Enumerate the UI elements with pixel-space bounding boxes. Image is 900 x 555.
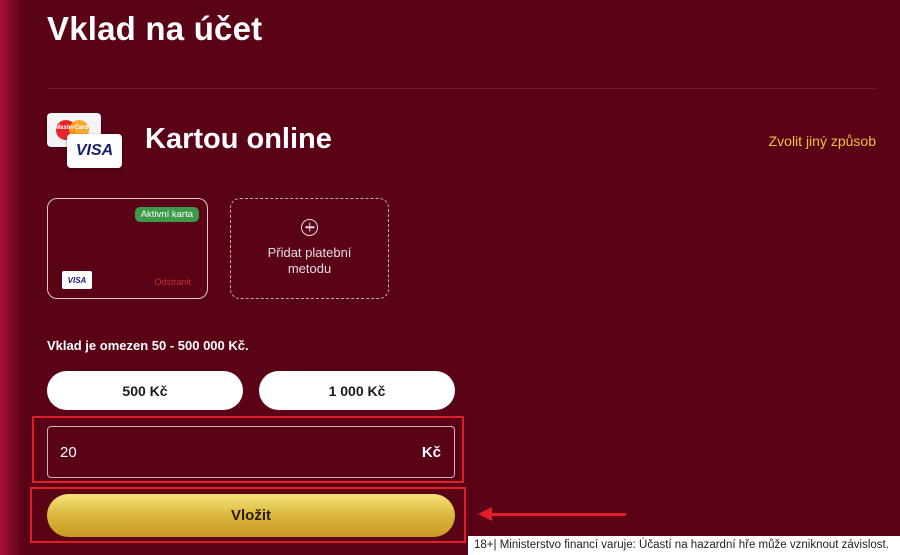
amount-value: 20 [60, 443, 77, 461]
change-method-link[interactable]: Zvolit jiný způsob [769, 133, 876, 149]
add-payment-method-label: Přidat platební metodu [267, 244, 352, 276]
amount-input[interactable]: 20 Kč [47, 426, 455, 478]
add-payment-method-button[interactable]: Přidat platební metodu [230, 198, 389, 299]
visa-logo: VISA [67, 134, 122, 168]
mastercard-logo-text: MasterCard [55, 125, 89, 131]
preset-amount-500-button[interactable]: 500 Kč [47, 371, 243, 410]
deposit-submit-button[interactable]: Vložit [47, 494, 455, 537]
plus-circle-icon [301, 218, 318, 236]
gambling-warning-bar: 18+| Ministerstvo financí varuje: Účastí… [468, 536, 900, 555]
remove-card-link[interactable]: Odstranit [154, 277, 191, 287]
currency-label: Kč [421, 443, 441, 461]
annotation-arrow-icon [478, 507, 626, 521]
header-divider [47, 88, 876, 89]
page-title: Vklad na účet [47, 10, 263, 47]
deposit-limit-text: Vklad je omezen 50 - 500 000 Kč. [47, 338, 249, 353]
visa-card-icon: VISA [62, 271, 92, 289]
preset-amount-1000-button[interactable]: 1 000 Kč [259, 371, 455, 410]
payment-method-title: Kartou online [145, 123, 332, 155]
saved-card-tile[interactable]: Aktivní karta VISA Odstranit [47, 198, 208, 299]
left-edge-glow [0, 0, 22, 555]
active-card-badge: Aktivní karta [134, 207, 199, 222]
arrow-shaft [488, 513, 626, 516]
